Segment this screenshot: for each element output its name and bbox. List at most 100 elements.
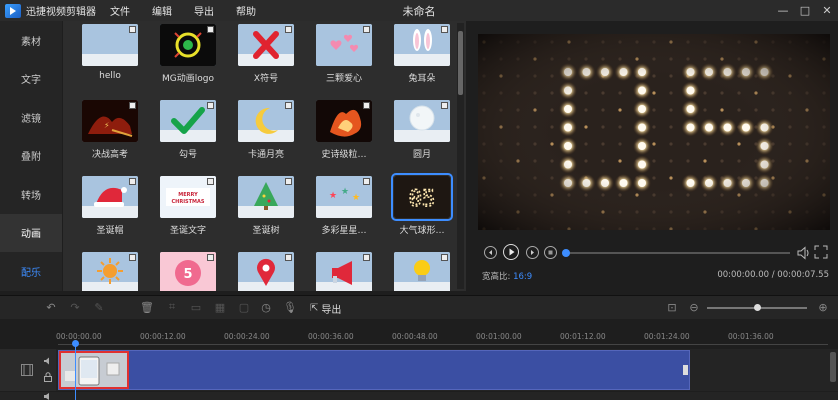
sidebar-item-0[interactable]: 素材 bbox=[0, 21, 62, 60]
download-icon[interactable] bbox=[363, 102, 370, 109]
download-icon[interactable] bbox=[129, 254, 136, 261]
countdown-lights-thumbnail[interactable]: 05 bbox=[391, 173, 453, 221]
animation-card[interactable]: X符号 bbox=[227, 24, 305, 100]
download-icon[interactable] bbox=[363, 254, 370, 261]
zoom-in-icon[interactable]: ⊕ bbox=[816, 300, 830, 314]
bunny-ears-thumbnail[interactable] bbox=[394, 24, 450, 66]
hello-bubble-thumbnail[interactable] bbox=[82, 24, 138, 66]
track-lock-icon[interactable] bbox=[43, 372, 53, 382]
menu-help[interactable]: 帮助 bbox=[236, 3, 256, 18]
playhead[interactable] bbox=[75, 341, 76, 400]
minimize-button[interactable]: — bbox=[772, 0, 794, 21]
menu-edit[interactable]: 编辑 bbox=[152, 3, 172, 18]
animation-card[interactable]: hello bbox=[71, 24, 149, 100]
animation-card[interactable]: ★ ★ ★ 多彩星星… bbox=[305, 176, 383, 252]
animation-card[interactable] bbox=[71, 252, 149, 291]
prev-frame-button[interactable] bbox=[484, 246, 497, 259]
lightbulb-thumbnail[interactable] bbox=[394, 252, 450, 291]
x-symbol-thumbnail[interactable] bbox=[238, 24, 294, 66]
animation-card[interactable]: 勾号 bbox=[149, 100, 227, 176]
download-icon[interactable] bbox=[207, 178, 214, 185]
animation-card[interactable]: ⚡ 决战高考 bbox=[71, 100, 149, 176]
download-icon[interactable] bbox=[207, 26, 214, 33]
download-icon[interactable] bbox=[207, 254, 214, 261]
download-icon[interactable] bbox=[285, 102, 292, 109]
split-icon[interactable]: ▭ bbox=[189, 300, 203, 314]
zoom-slider-knob[interactable] bbox=[754, 304, 761, 311]
undo-icon[interactable]: ↶ bbox=[44, 300, 58, 314]
download-icon[interactable] bbox=[129, 102, 136, 109]
location-pin-thumbnail[interactable] bbox=[238, 252, 294, 291]
download-icon[interactable] bbox=[207, 102, 214, 109]
epic-particles-thumbnail[interactable] bbox=[316, 100, 372, 142]
exam-fire-thumbnail[interactable]: ⚡ bbox=[82, 100, 138, 142]
animation-card[interactable]: 史诗级粒… bbox=[305, 100, 383, 176]
animation-card[interactable]: 05 大气球形… bbox=[383, 173, 461, 252]
animation-card[interactable]: 圆月 bbox=[383, 100, 461, 176]
fit-timeline-icon[interactable]: ⊡ bbox=[665, 300, 679, 314]
sidebar-item-6[interactable]: 配乐 bbox=[0, 252, 62, 291]
next-frame-button[interactable] bbox=[526, 246, 539, 259]
sun-thumbnail[interactable] bbox=[82, 252, 138, 291]
megaphone-thumbnail[interactable] bbox=[316, 252, 372, 291]
timeline-ruler[interactable]: 00:00:00.00 00:00:12.00 00:00:24.00 00:00:3… bbox=[0, 320, 838, 350]
download-icon[interactable] bbox=[441, 254, 448, 261]
animation-card[interactable]: MERRY CHRISTMAS 圣诞文字 bbox=[149, 176, 227, 252]
fullscreen-icon[interactable] bbox=[814, 245, 828, 261]
download-icon[interactable] bbox=[363, 178, 370, 185]
animation-card[interactable]: 兔耳朵 bbox=[383, 24, 461, 100]
progress-track[interactable] bbox=[564, 252, 790, 254]
checkmark-thumbnail[interactable] bbox=[160, 100, 216, 142]
timeline-clip[interactable] bbox=[58, 350, 690, 390]
play-button[interactable] bbox=[503, 244, 519, 260]
download-icon[interactable] bbox=[285, 254, 292, 261]
sidebar-item-2[interactable]: 滤镜 bbox=[0, 98, 62, 137]
sidebar-item-4[interactable]: 转场 bbox=[0, 175, 62, 214]
animation-card[interactable] bbox=[305, 252, 383, 291]
sidebar-item-1[interactable]: 文字 bbox=[0, 60, 62, 99]
audio-mute-icon[interactable] bbox=[43, 392, 53, 400]
aspect-value[interactable]: 16:9 bbox=[513, 272, 532, 282]
export-button[interactable]: ⇱ 导出 bbox=[310, 301, 341, 316]
download-icon[interactable] bbox=[129, 26, 136, 33]
animation-card[interactable] bbox=[227, 252, 305, 291]
scrollbar-thumb[interactable] bbox=[458, 31, 463, 95]
timeline-vertical-scrollbar[interactable] bbox=[830, 352, 836, 382]
clip-resize-handle[interactable] bbox=[683, 365, 688, 375]
full-moon-thumbnail[interactable] bbox=[394, 100, 450, 142]
animation-card[interactable]: MG动画logo bbox=[149, 24, 227, 100]
delete-icon[interactable]: 🗑 bbox=[140, 300, 154, 314]
download-icon[interactable] bbox=[441, 26, 448, 33]
close-button[interactable]: ✕ bbox=[816, 0, 838, 21]
library-scrollbar[interactable] bbox=[457, 23, 464, 289]
christmas-text-thumbnail[interactable]: MERRY CHRISTMAS bbox=[160, 176, 216, 218]
duration-clock-icon[interactable]: ◷ bbox=[259, 300, 273, 314]
progress-knob[interactable] bbox=[562, 249, 570, 257]
download-icon[interactable] bbox=[285, 26, 292, 33]
animation-card[interactable]: 5 bbox=[149, 252, 227, 291]
redo-icon[interactable]: ↷ bbox=[68, 300, 82, 314]
animation-card[interactable]: 卡通月亮 bbox=[227, 100, 305, 176]
zoom-out-icon[interactable]: ⊖ bbox=[687, 300, 701, 314]
sidebar-item-5[interactable]: 动画 bbox=[0, 213, 62, 252]
pink-5-thumbnail[interactable]: 5 bbox=[160, 252, 216, 291]
animation-card[interactable]: 三颗爱心 bbox=[305, 24, 383, 100]
animation-card[interactable]: 圣诞帽 bbox=[71, 176, 149, 252]
christmas-tree-thumbnail[interactable] bbox=[238, 176, 294, 218]
download-icon[interactable] bbox=[441, 102, 448, 109]
restore-button[interactable]: □ bbox=[794, 0, 816, 21]
menu-export[interactable]: 导出 bbox=[194, 3, 214, 18]
volume-icon[interactable] bbox=[796, 245, 810, 261]
three-hearts-thumbnail[interactable] bbox=[316, 24, 372, 66]
download-icon[interactable] bbox=[363, 26, 370, 33]
mosaic-icon[interactable]: ▦ bbox=[213, 300, 227, 314]
edit-icon[interactable]: ✎ bbox=[92, 300, 106, 314]
santa-hat-thumbnail[interactable] bbox=[82, 176, 138, 218]
sidebar-item-3[interactable]: 叠附 bbox=[0, 137, 62, 176]
colorful-stars-thumbnail[interactable]: ★ ★ ★ bbox=[316, 176, 372, 218]
animation-card[interactable]: 圣诞树 bbox=[227, 176, 305, 252]
record-mic-icon[interactable]: 🎙 bbox=[283, 300, 297, 314]
track-mute-icon[interactable] bbox=[43, 356, 53, 366]
mg-logo-thumbnail[interactable] bbox=[160, 24, 216, 66]
crop-icon[interactable]: ⌗ bbox=[165, 300, 179, 314]
